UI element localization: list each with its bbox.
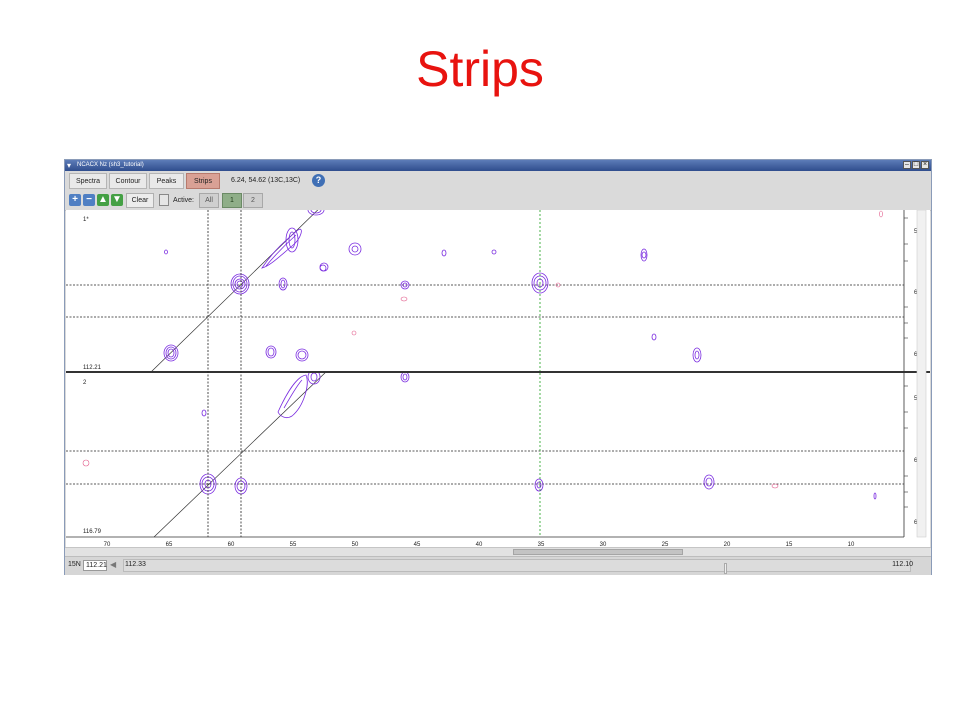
maximize-button[interactable]: □: [912, 161, 920, 169]
window-title: NCACX Nz (sh3_tutorial): [77, 162, 144, 168]
nmr-window: ▾ NCACX Nz (sh3_tutorial) – □ × Spectra …: [64, 159, 932, 575]
strip-1-label: 1*: [83, 217, 89, 223]
horizontal-scrollbar-thumb[interactable]: [513, 549, 683, 555]
remove-strip-icon[interactable]: −: [83, 194, 95, 206]
plane-slider[interactable]: [123, 559, 911, 574]
main-toolbar: Spectra Contour Peaks Strips 6.24, 54.62…: [65, 171, 931, 192]
minimize-button[interactable]: –: [903, 161, 911, 169]
strip-plot[interactable]: 1* 112.21 2 116.79 70 65 60 55 50 45 40 …: [66, 210, 930, 547]
plane-slider-thumb[interactable]: [724, 563, 727, 574]
window-menu-icon[interactable]: ▾: [67, 160, 71, 171]
strip-2-label: 2: [83, 380, 87, 386]
close-button[interactable]: ×: [921, 161, 929, 169]
range-high: 112.10: [892, 561, 913, 568]
tab-contour[interactable]: Contour: [109, 173, 147, 189]
axis-label: 15N: [68, 561, 81, 568]
slide-title: Strips: [416, 41, 544, 97]
status-bar: 15N 112.21 ◀ 112.33 112.10: [65, 556, 931, 575]
contour-peaks: [163, 210, 702, 363]
previous-plane-icon[interactable]: ◀: [110, 560, 116, 569]
strip-1: [66, 210, 904, 371]
diagonal-line: [151, 210, 319, 371]
active-all-button[interactable]: All: [199, 193, 219, 208]
move-up-icon[interactable]: ▲: [97, 194, 109, 206]
y-axis-minor-ticks: [904, 217, 908, 508]
vertical-scrollbar[interactable]: [916, 210, 927, 538]
move-down-icon[interactable]: ▼: [111, 194, 123, 206]
window-titlebar[interactable]: ▾ NCACX Nz (sh3_tutorial) – □ ×: [65, 160, 931, 171]
active-strip-1-button[interactable]: 1: [222, 193, 242, 208]
strip-2: [66, 373, 904, 537]
cursor-coordinates: 6.24, 54.62 (13C,13C): [231, 177, 301, 184]
active-label: Active:: [173, 197, 195, 204]
clear-button[interactable]: Clear: [126, 193, 154, 208]
add-strip-icon[interactable]: +: [69, 194, 81, 206]
plane-position-field[interactable]: 112.21: [83, 560, 107, 571]
negative-contours: [351, 210, 883, 336]
strip-1-position: 112.21: [83, 365, 102, 371]
help-icon[interactable]: ?: [312, 174, 325, 187]
active-strip-2-button[interactable]: 2: [243, 193, 263, 208]
tab-peaks[interactable]: Peaks: [149, 173, 184, 189]
range-low: 112.33: [125, 561, 146, 568]
contour-peaks: [199, 373, 877, 500]
list-icon[interactable]: [159, 194, 169, 206]
strip-2-position: 116.79: [83, 529, 102, 535]
tab-spectra[interactable]: Spectra: [69, 173, 107, 189]
tab-strips[interactable]: Strips: [186, 173, 220, 189]
strip-toolbar: + − ▲ ▼ Clear Active: All 1 2: [65, 191, 931, 211]
